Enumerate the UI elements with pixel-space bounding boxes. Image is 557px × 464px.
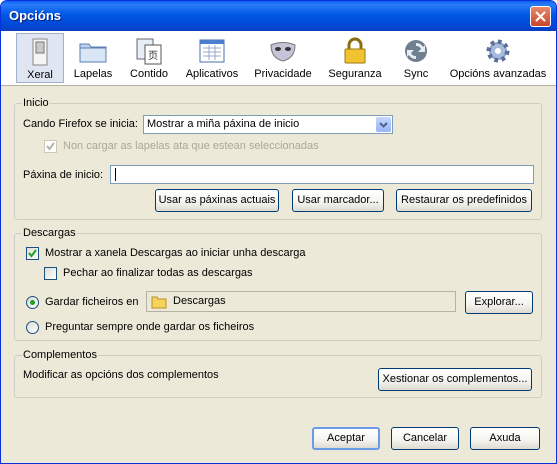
tab-label: Seguranza bbox=[328, 68, 382, 80]
when-starts-label: Cando Firefox se inicia: bbox=[23, 118, 138, 130]
switch-icon bbox=[32, 38, 48, 66]
checkmark-icon bbox=[46, 142, 55, 151]
no-load-tabs-checkbox[interactable] bbox=[44, 140, 57, 153]
gear-icon bbox=[486, 39, 510, 63]
addons-description: Modificar as opcións dos complementos bbox=[23, 369, 219, 381]
close-icon bbox=[535, 11, 546, 22]
manage-addons-button[interactable]: Xestionar os complementos... bbox=[378, 368, 532, 391]
homepage-label: Páxina de inicio: bbox=[23, 169, 104, 181]
close-when-done-checkbox[interactable] bbox=[44, 267, 57, 280]
tab-label: Xeral bbox=[27, 69, 53, 81]
startup-dropdown[interactable]: Mostrar a miña páxina de inicio bbox=[143, 115, 393, 134]
close-when-done-label: Pechar ao finalizar todas as descargas bbox=[63, 267, 253, 279]
tab-advanced[interactable]: Opcións avanzadas bbox=[447, 33, 549, 83]
no-load-tabs-label: Non cargar as lapelas ata que estean sel… bbox=[63, 140, 319, 152]
tab-general[interactable]: Xeral bbox=[16, 33, 64, 83]
close-button[interactable] bbox=[530, 6, 551, 27]
addons-group-title: Complementos bbox=[22, 349, 98, 361]
browse-button[interactable]: Explorar... bbox=[465, 291, 533, 314]
checkmark-icon bbox=[28, 249, 37, 258]
help-button[interactable]: Axuda bbox=[470, 427, 540, 450]
window-title: Opcións bbox=[9, 8, 62, 23]
tab-security[interactable]: Seguranza bbox=[323, 33, 387, 83]
startup-group-title: Inicio bbox=[22, 97, 50, 109]
tab-label: Privacidade bbox=[254, 68, 312, 80]
save-files-radio[interactable] bbox=[26, 296, 39, 309]
folder-icon bbox=[151, 296, 167, 309]
sync-icon bbox=[405, 40, 427, 62]
show-downloads-window-label: Mostrar a xanela Descargas ao iniciar un… bbox=[45, 247, 306, 259]
applications-icon bbox=[199, 39, 225, 63]
content-page-icon: 页 bbox=[136, 38, 162, 65]
radio-dot bbox=[30, 300, 35, 305]
use-bookmark-button[interactable]: Usar marcador... bbox=[292, 189, 384, 212]
always-ask-radio[interactable] bbox=[26, 321, 39, 334]
download-folder-field[interactable]: Descargas bbox=[146, 291, 456, 312]
tab-label: Lapelas bbox=[73, 68, 113, 80]
tabs-folder-icon bbox=[79, 43, 107, 63]
tab-label: Sync bbox=[403, 68, 429, 80]
tab-privacy[interactable]: Privacidade bbox=[251, 33, 315, 83]
options-dialog: Opcións Xeral Lapelas 页 Contido Aplicati… bbox=[0, 0, 557, 464]
padlock-icon bbox=[344, 37, 366, 64]
text-cursor bbox=[115, 168, 116, 181]
preferences-toolbar: Xeral Lapelas 页 Contido Aplicativos Priv… bbox=[1, 31, 556, 86]
show-downloads-window-checkbox[interactable] bbox=[26, 247, 39, 260]
tab-tabs[interactable]: Lapelas bbox=[69, 33, 117, 83]
save-files-label: Gardar ficheiros en bbox=[45, 296, 139, 308]
svg-text:页: 页 bbox=[148, 50, 158, 62]
startup-dropdown-value: Mostrar a miña páxina de inicio bbox=[147, 118, 300, 130]
tab-applications[interactable]: Aplicativos bbox=[181, 33, 243, 83]
tab-content[interactable]: 页 Contido bbox=[124, 33, 174, 83]
chevron-down-icon[interactable] bbox=[376, 117, 391, 132]
restore-defaults-button[interactable]: Restaurar os predefinidos bbox=[396, 189, 532, 212]
tab-label: Contido bbox=[130, 68, 168, 80]
homepage-input[interactable] bbox=[110, 165, 534, 184]
cancel-button[interactable]: Cancelar bbox=[391, 427, 459, 450]
title-bar[interactable]: Opcións bbox=[1, 1, 556, 31]
always-ask-label: Preguntar sempre onde gardar os ficheiro… bbox=[45, 321, 255, 333]
download-folder-value: Descargas bbox=[173, 295, 226, 307]
use-current-pages-button[interactable]: Usar as páxinas actuais bbox=[155, 189, 279, 212]
tab-label: Opcións avanzadas bbox=[449, 68, 547, 80]
tab-label: Aplicativos bbox=[185, 68, 239, 80]
ok-button[interactable]: Aceptar bbox=[312, 427, 380, 450]
tab-sync[interactable]: Sync bbox=[394, 33, 438, 83]
downloads-group-title: Descargas bbox=[22, 227, 77, 239]
privacy-mask-icon bbox=[270, 42, 296, 62]
